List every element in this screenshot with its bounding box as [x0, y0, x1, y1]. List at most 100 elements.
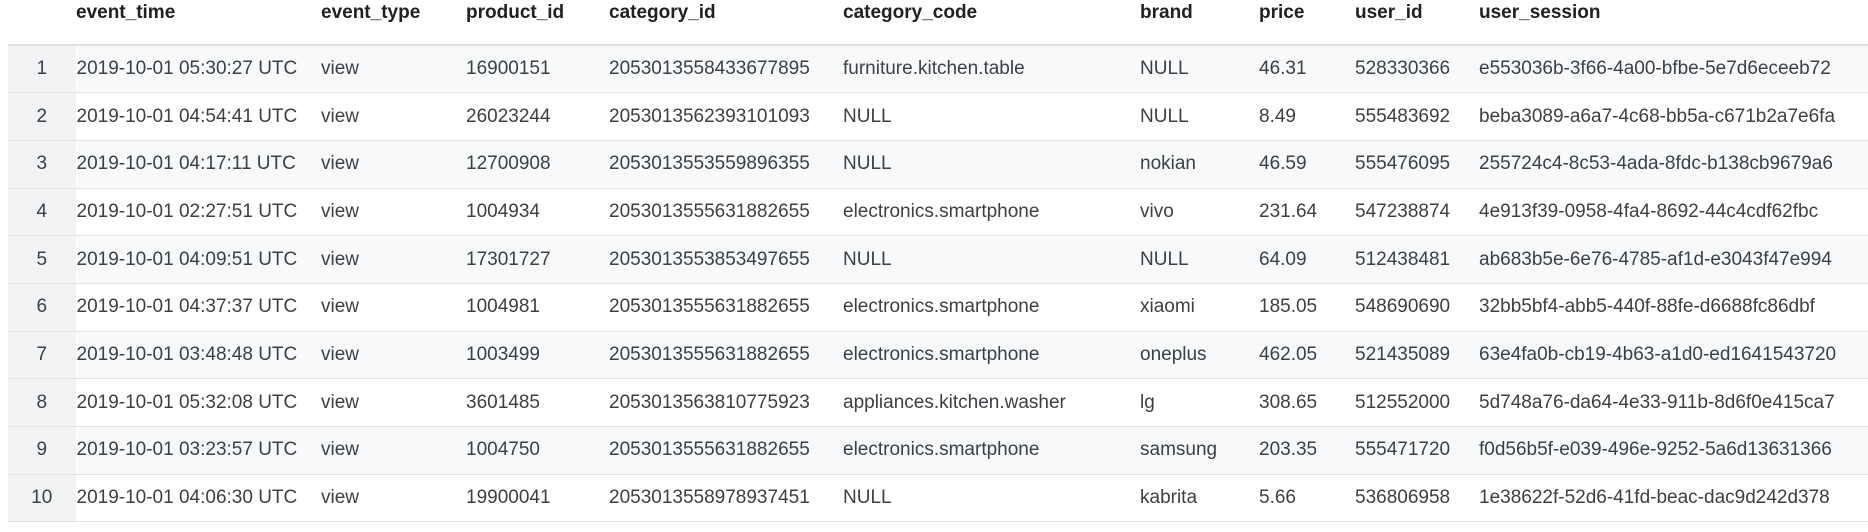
cell-user-session[interactable]: 255724c4-8c53-4ada-8fdc-b138cb9679a6 — [1479, 140, 1868, 189]
cell-price[interactable]: 185.05 — [1259, 283, 1355, 332]
cell-brand[interactable]: nokian — [1140, 140, 1259, 189]
cell-category-id[interactable]: 2053013563810775923 — [609, 378, 843, 427]
cell-event-time[interactable]: 2019-10-01 04:09:51 UTC — [76, 235, 321, 284]
cell-user-id[interactable]: 555483692 — [1355, 92, 1479, 141]
cell-price[interactable]: 64.09 — [1259, 235, 1355, 284]
cell-user-session[interactable]: ab683b5e-6e76-4785-af1d-e3043f47e994 — [1479, 235, 1868, 284]
column-header-brand[interactable]: brand — [1140, 0, 1259, 46]
cell-category-id[interactable]: 2053013555631882655 — [609, 331, 843, 380]
cell-category-id[interactable]: 2053013553853497655 — [609, 235, 843, 284]
cell-brand[interactable]: NULL — [1140, 235, 1259, 284]
cell-price[interactable]: 46.31 — [1259, 45, 1355, 94]
table-row[interactable]: 1 2019-10-01 05:30:27 UTC view 16900151 2053… — [0, 45, 1868, 94]
cell-category-id[interactable]: 2053013553559896355 — [609, 140, 843, 189]
cell-price[interactable]: 5.66 — [1259, 474, 1355, 523]
cell-user-id[interactable]: 521435089 — [1355, 331, 1479, 380]
cell-event-type[interactable]: view — [321, 92, 466, 141]
cell-event-time[interactable]: 2019-10-01 03:23:57 UTC — [76, 426, 321, 475]
cell-event-type[interactable]: view — [321, 45, 466, 94]
cell-price[interactable]: 8.49 — [1259, 92, 1355, 141]
cell-product-id[interactable]: 1003499 — [466, 331, 609, 380]
cell-event-time[interactable]: 2019-10-01 04:17:11 UTC — [76, 140, 321, 189]
cell-user-id[interactable]: 512438481 — [1355, 235, 1479, 284]
cell-category-code[interactable]: electronics.smartphone — [843, 426, 1140, 475]
cell-category-code[interactable]: electronics.smartphone — [843, 331, 1140, 380]
cell-user-session[interactable]: 1e38622f-52d6-41fd-beac-dac9d242d378 — [1479, 474, 1868, 523]
cell-event-type[interactable]: view — [321, 283, 466, 332]
cell-price[interactable]: 308.65 — [1259, 378, 1355, 427]
cell-event-time[interactable]: 2019-10-01 02:27:51 UTC — [76, 188, 321, 237]
column-header-user-id[interactable]: user_id — [1355, 0, 1479, 46]
cell-event-type[interactable]: view — [321, 426, 466, 475]
cell-category-id[interactable]: 2053013562393101093 — [609, 92, 843, 141]
cell-category-id[interactable]: 2053013555631882655 — [609, 426, 843, 475]
cell-event-time[interactable]: 2019-10-01 05:32:08 UTC — [76, 378, 321, 427]
table-row[interactable]: 7 2019-10-01 03:48:48 UTC view 1003499 20530… — [0, 331, 1868, 380]
cell-category-code[interactable]: NULL — [843, 140, 1140, 189]
cell-product-id[interactable]: 16900151 — [466, 45, 609, 94]
cell-event-time[interactable]: 2019-10-01 04:06:30 UTC — [76, 474, 321, 523]
cell-category-code[interactable]: electronics.smartphone — [843, 283, 1140, 332]
cell-user-id[interactable]: 528330366 — [1355, 45, 1479, 94]
cell-price[interactable]: 462.05 — [1259, 331, 1355, 380]
cell-user-id[interactable]: 548690690 — [1355, 283, 1479, 332]
cell-product-id[interactable]: 19900041 — [466, 474, 609, 523]
cell-price[interactable]: 46.59 — [1259, 140, 1355, 189]
cell-brand[interactable]: samsung — [1140, 426, 1259, 475]
cell-user-session[interactable]: 63e4fa0b-cb19-4b63-a1d0-ed1641543720 — [1479, 331, 1868, 380]
cell-price[interactable]: 203.35 — [1259, 426, 1355, 475]
cell-product-id[interactable]: 3601485 — [466, 378, 609, 427]
table-row[interactable]: 2 2019-10-01 04:54:41 UTC view 26023244 2053… — [0, 92, 1868, 141]
cell-user-id[interactable]: 536806958 — [1355, 474, 1479, 523]
cell-user-id[interactable]: 555471720 — [1355, 426, 1479, 475]
table-row[interactable]: 8 2019-10-01 05:32:08 UTC view 3601485 20530… — [0, 378, 1868, 427]
column-header-event-time[interactable]: event_time — [76, 0, 321, 46]
cell-user-session[interactable]: 4e913f39-0958-4fa4-8692-44c4cdf62fbc — [1479, 188, 1868, 237]
cell-category-id[interactable]: 2053013558433677895 — [609, 45, 843, 94]
cell-price[interactable]: 231.64 — [1259, 188, 1355, 237]
cell-event-type[interactable]: view — [321, 474, 466, 523]
cell-category-id[interactable]: 2053013558978937451 — [609, 474, 843, 523]
cell-product-id[interactable]: 1004750 — [466, 426, 609, 475]
cell-brand[interactable]: NULL — [1140, 92, 1259, 141]
cell-brand[interactable]: oneplus — [1140, 331, 1259, 380]
cell-category-code[interactable]: NULL — [843, 92, 1140, 141]
cell-user-session[interactable]: beba3089-a6a7-4c68-bb5a-c671b2a7e6fa — [1479, 92, 1868, 141]
cell-brand[interactable]: NULL — [1140, 45, 1259, 94]
cell-category-code[interactable]: electronics.smartphone — [843, 188, 1140, 237]
cell-product-id[interactable]: 1004934 — [466, 188, 609, 237]
cell-event-time[interactable]: 2019-10-01 04:54:41 UTC — [76, 92, 321, 141]
table-row[interactable]: 4 2019-10-01 02:27:51 UTC view 1004934 20530… — [0, 188, 1868, 237]
cell-event-type[interactable]: view — [321, 188, 466, 237]
table-row[interactable]: 9 2019-10-01 03:23:57 UTC view 1004750 20530… — [0, 426, 1868, 475]
column-header-category-code[interactable]: category_code — [843, 0, 1140, 46]
cell-event-type[interactable]: view — [321, 235, 466, 284]
cell-brand[interactable]: kabrita — [1140, 474, 1259, 523]
cell-category-id[interactable]: 2053013555631882655 — [609, 188, 843, 237]
cell-category-id[interactable]: 2053013555631882655 — [609, 283, 843, 332]
cell-user-session[interactable]: f0d56b5f-e039-496e-9252-5a6d13631366 — [1479, 426, 1868, 475]
cell-event-time[interactable]: 2019-10-01 05:30:27 UTC — [76, 45, 321, 94]
cell-event-time[interactable]: 2019-10-01 04:37:37 UTC — [76, 283, 321, 332]
cell-brand[interactable]: vivo — [1140, 188, 1259, 237]
cell-product-id[interactable]: 1004981 — [466, 283, 609, 332]
cell-category-code[interactable]: appliances.kitchen.washer — [843, 378, 1140, 427]
cell-event-type[interactable]: view — [321, 140, 466, 189]
column-header-user-session[interactable]: user_session — [1479, 0, 1868, 46]
cell-category-code[interactable]: NULL — [843, 235, 1140, 284]
table-row[interactable]: 3 2019-10-01 04:17:11 UTC view 12700908 2053… — [0, 140, 1868, 189]
cell-category-code[interactable]: furniture.kitchen.table — [843, 45, 1140, 94]
cell-brand[interactable]: lg — [1140, 378, 1259, 427]
cell-product-id[interactable]: 12700908 — [466, 140, 609, 189]
table-row[interactable]: 5 2019-10-01 04:09:51 UTC view 17301727 2053… — [0, 235, 1868, 284]
table-row[interactable]: 10 2019-10-01 04:06:30 UTC view 19900041 205… — [0, 474, 1868, 523]
cell-event-time[interactable]: 2019-10-01 03:48:48 UTC — [76, 331, 321, 380]
column-header-product-id[interactable]: product_id — [466, 0, 609, 46]
cell-category-code[interactable]: NULL — [843, 474, 1140, 523]
column-header-category-id[interactable]: category_id — [609, 0, 843, 46]
cell-user-id[interactable]: 547238874 — [1355, 188, 1479, 237]
cell-user-session[interactable]: e553036b-3f66-4a00-bfbe-5e7d6eceeb72 — [1479, 45, 1868, 94]
cell-product-id[interactable]: 17301727 — [466, 235, 609, 284]
cell-user-id[interactable]: 512552000 — [1355, 378, 1479, 427]
cell-event-type[interactable]: view — [321, 378, 466, 427]
